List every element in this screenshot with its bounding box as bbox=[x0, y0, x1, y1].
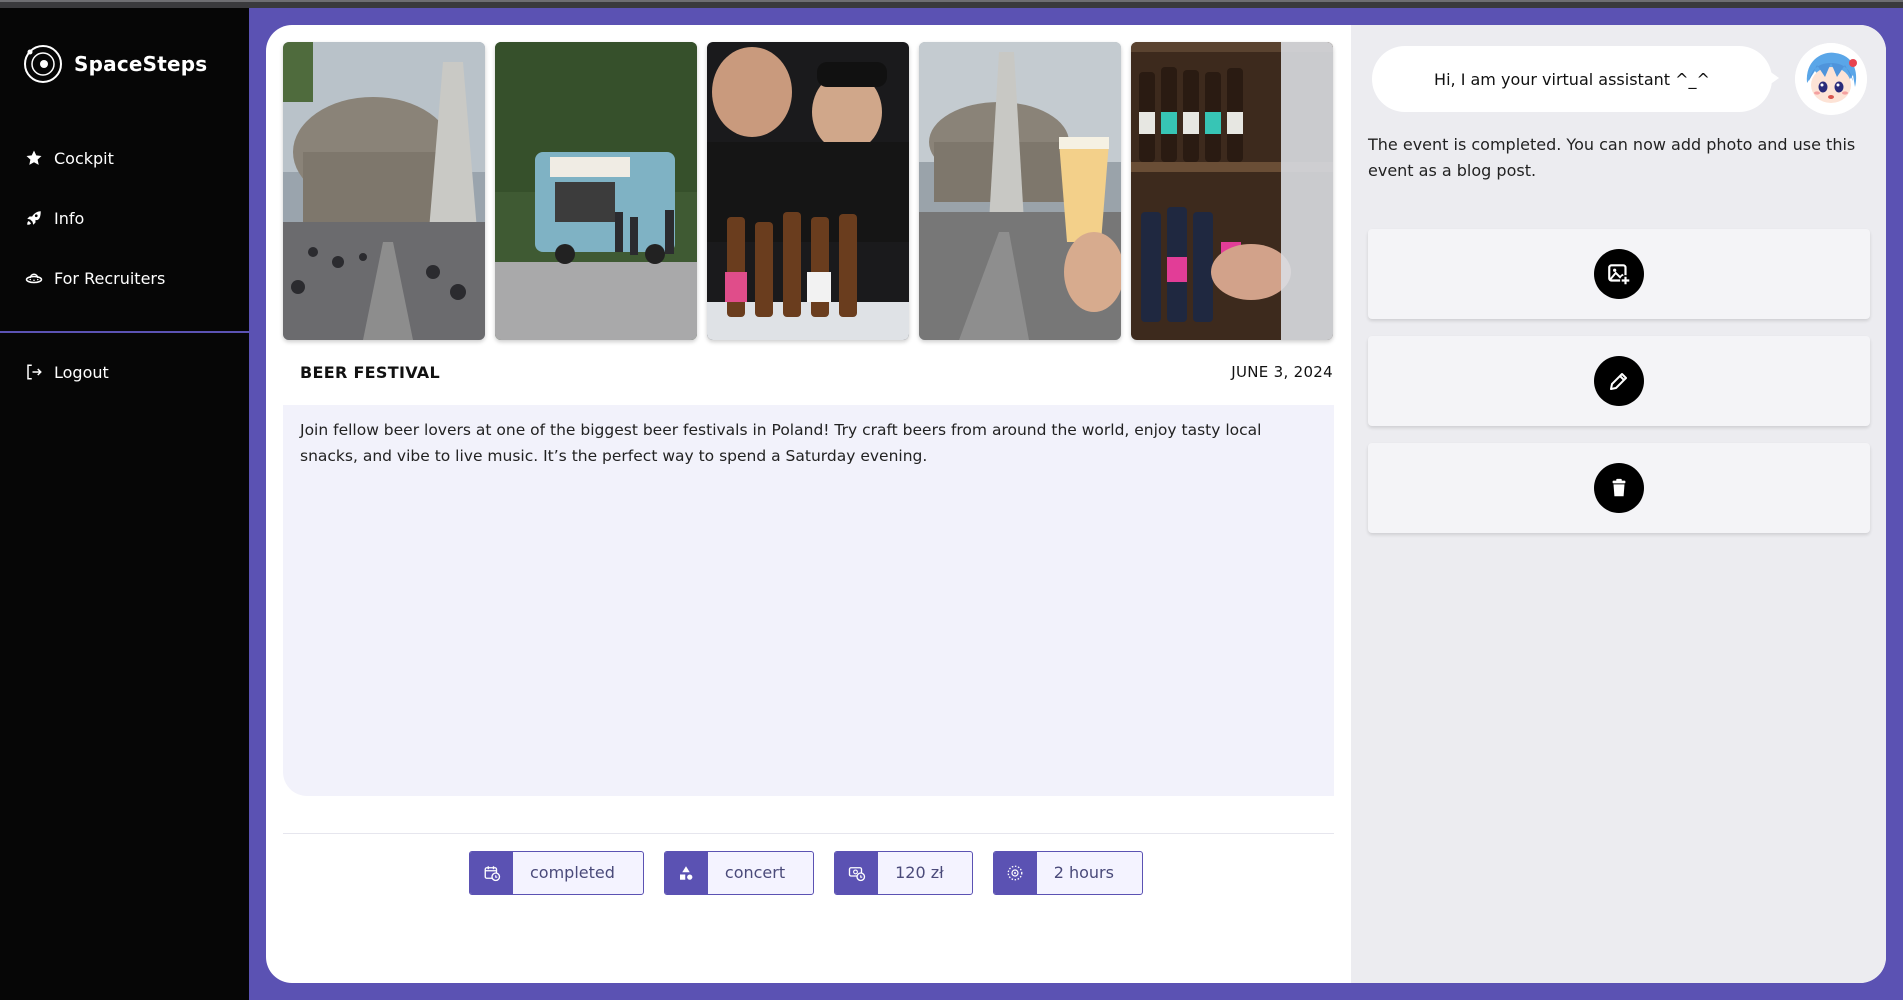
gallery-photo[interactable] bbox=[283, 42, 485, 340]
event-title: BEER FESTIVAL bbox=[300, 363, 440, 382]
browser-top-strip bbox=[0, 0, 1903, 2]
sidebar-item-label: Cockpit bbox=[54, 148, 114, 168]
category-tag[interactable]: concert bbox=[663, 851, 815, 895]
beer-glass-toast-image bbox=[919, 42, 1121, 340]
gallery-photo[interactable] bbox=[707, 42, 909, 340]
gallery-photo[interactable] bbox=[919, 42, 1121, 340]
calendar-clock-icon bbox=[470, 852, 513, 894]
timer-icon bbox=[993, 852, 1037, 894]
event-details: BEER FESTIVAL JUNE 3, 2024 Join fellow b… bbox=[266, 25, 1351, 983]
pencil-icon bbox=[1594, 356, 1644, 406]
tag-label: completed bbox=[530, 863, 615, 882]
spacesteps-logo-icon bbox=[24, 45, 62, 83]
sidebar-item-cockpit[interactable]: Cockpit bbox=[0, 128, 249, 188]
edit-button[interactable] bbox=[1368, 336, 1870, 426]
bottle-shelf-image bbox=[1131, 42, 1333, 340]
bubble-tail bbox=[1765, 68, 1779, 88]
logout-section: Logout bbox=[0, 342, 249, 402]
delete-button[interactable] bbox=[1368, 443, 1870, 533]
app-name: SpaceSteps bbox=[74, 52, 208, 76]
page-edge bbox=[1886, 25, 1903, 983]
tag-label: 2 hours bbox=[1053, 863, 1114, 882]
sidebar-item-for-recruiters[interactable]: For Recruiters bbox=[0, 248, 249, 308]
food-truck-image bbox=[495, 42, 697, 340]
sidebar-divider bbox=[0, 331, 249, 333]
ufo-icon bbox=[24, 268, 44, 288]
event-date: JUNE 3, 2024 bbox=[1231, 363, 1333, 381]
trash-icon bbox=[1594, 463, 1644, 513]
duration-tag[interactable]: 2 hours bbox=[992, 851, 1143, 895]
festival-hall-crowd-image bbox=[283, 42, 485, 340]
anime-assistant-icon bbox=[1795, 43, 1867, 115]
money-clock-icon bbox=[835, 852, 879, 894]
rocket-icon bbox=[24, 208, 44, 228]
shapes-icon bbox=[664, 852, 708, 894]
tag-label: concert bbox=[724, 863, 786, 882]
gallery-photo[interactable] bbox=[495, 42, 697, 340]
logout-label: Logout bbox=[54, 362, 109, 382]
brand[interactable]: SpaceSteps bbox=[22, 42, 207, 86]
event-description: Join fellow beer lovers at one of the bi… bbox=[300, 421, 1262, 465]
sidebar-item-label: For Recruiters bbox=[54, 268, 166, 288]
assistant-greeting-bubble: Hi, I am your virtual assistant ^_^ bbox=[1372, 46, 1772, 112]
event-tags: completed concert 120 zł 2 hours bbox=[469, 851, 1143, 895]
assistant-greeting: Hi, I am your virtual assistant ^_^ bbox=[1434, 69, 1710, 89]
assistant-avatar bbox=[1795, 43, 1867, 115]
bartenders-pouring-image bbox=[707, 42, 909, 340]
sidebar-item-label: Info bbox=[54, 208, 85, 228]
assistant-message: The event is completed. You can now add … bbox=[1368, 135, 1856, 180]
tag-label: 120 zł bbox=[895, 863, 944, 882]
logout-button[interactable]: Logout bbox=[0, 342, 249, 402]
gallery-photo[interactable] bbox=[1131, 42, 1333, 340]
star-icon bbox=[24, 148, 44, 168]
event-description-box: Join fellow beer lovers at one of the bi… bbox=[283, 405, 1334, 796]
sidebar: SpaceSteps Cockpit Info For Recruiters L… bbox=[0, 8, 249, 1000]
add-photo-icon bbox=[1594, 249, 1644, 299]
price-tag[interactable]: 120 zł bbox=[834, 851, 973, 895]
add-photo-button[interactable] bbox=[1368, 229, 1870, 319]
sidebar-item-info[interactable]: Info bbox=[0, 188, 249, 248]
photo-gallery bbox=[283, 42, 1333, 340]
status-tag[interactable]: completed bbox=[469, 851, 644, 895]
sidebar-nav: Cockpit Info For Recruiters bbox=[0, 128, 249, 308]
browser-top-bar bbox=[0, 0, 1903, 8]
logout-icon bbox=[24, 362, 44, 382]
event-card: BEER FESTIVAL JUNE 3, 2024 Join fellow b… bbox=[266, 25, 1886, 983]
divider bbox=[283, 833, 1334, 834]
assistant-panel: Hi, I am your virtual assistant ^_^ The … bbox=[1351, 25, 1886, 983]
